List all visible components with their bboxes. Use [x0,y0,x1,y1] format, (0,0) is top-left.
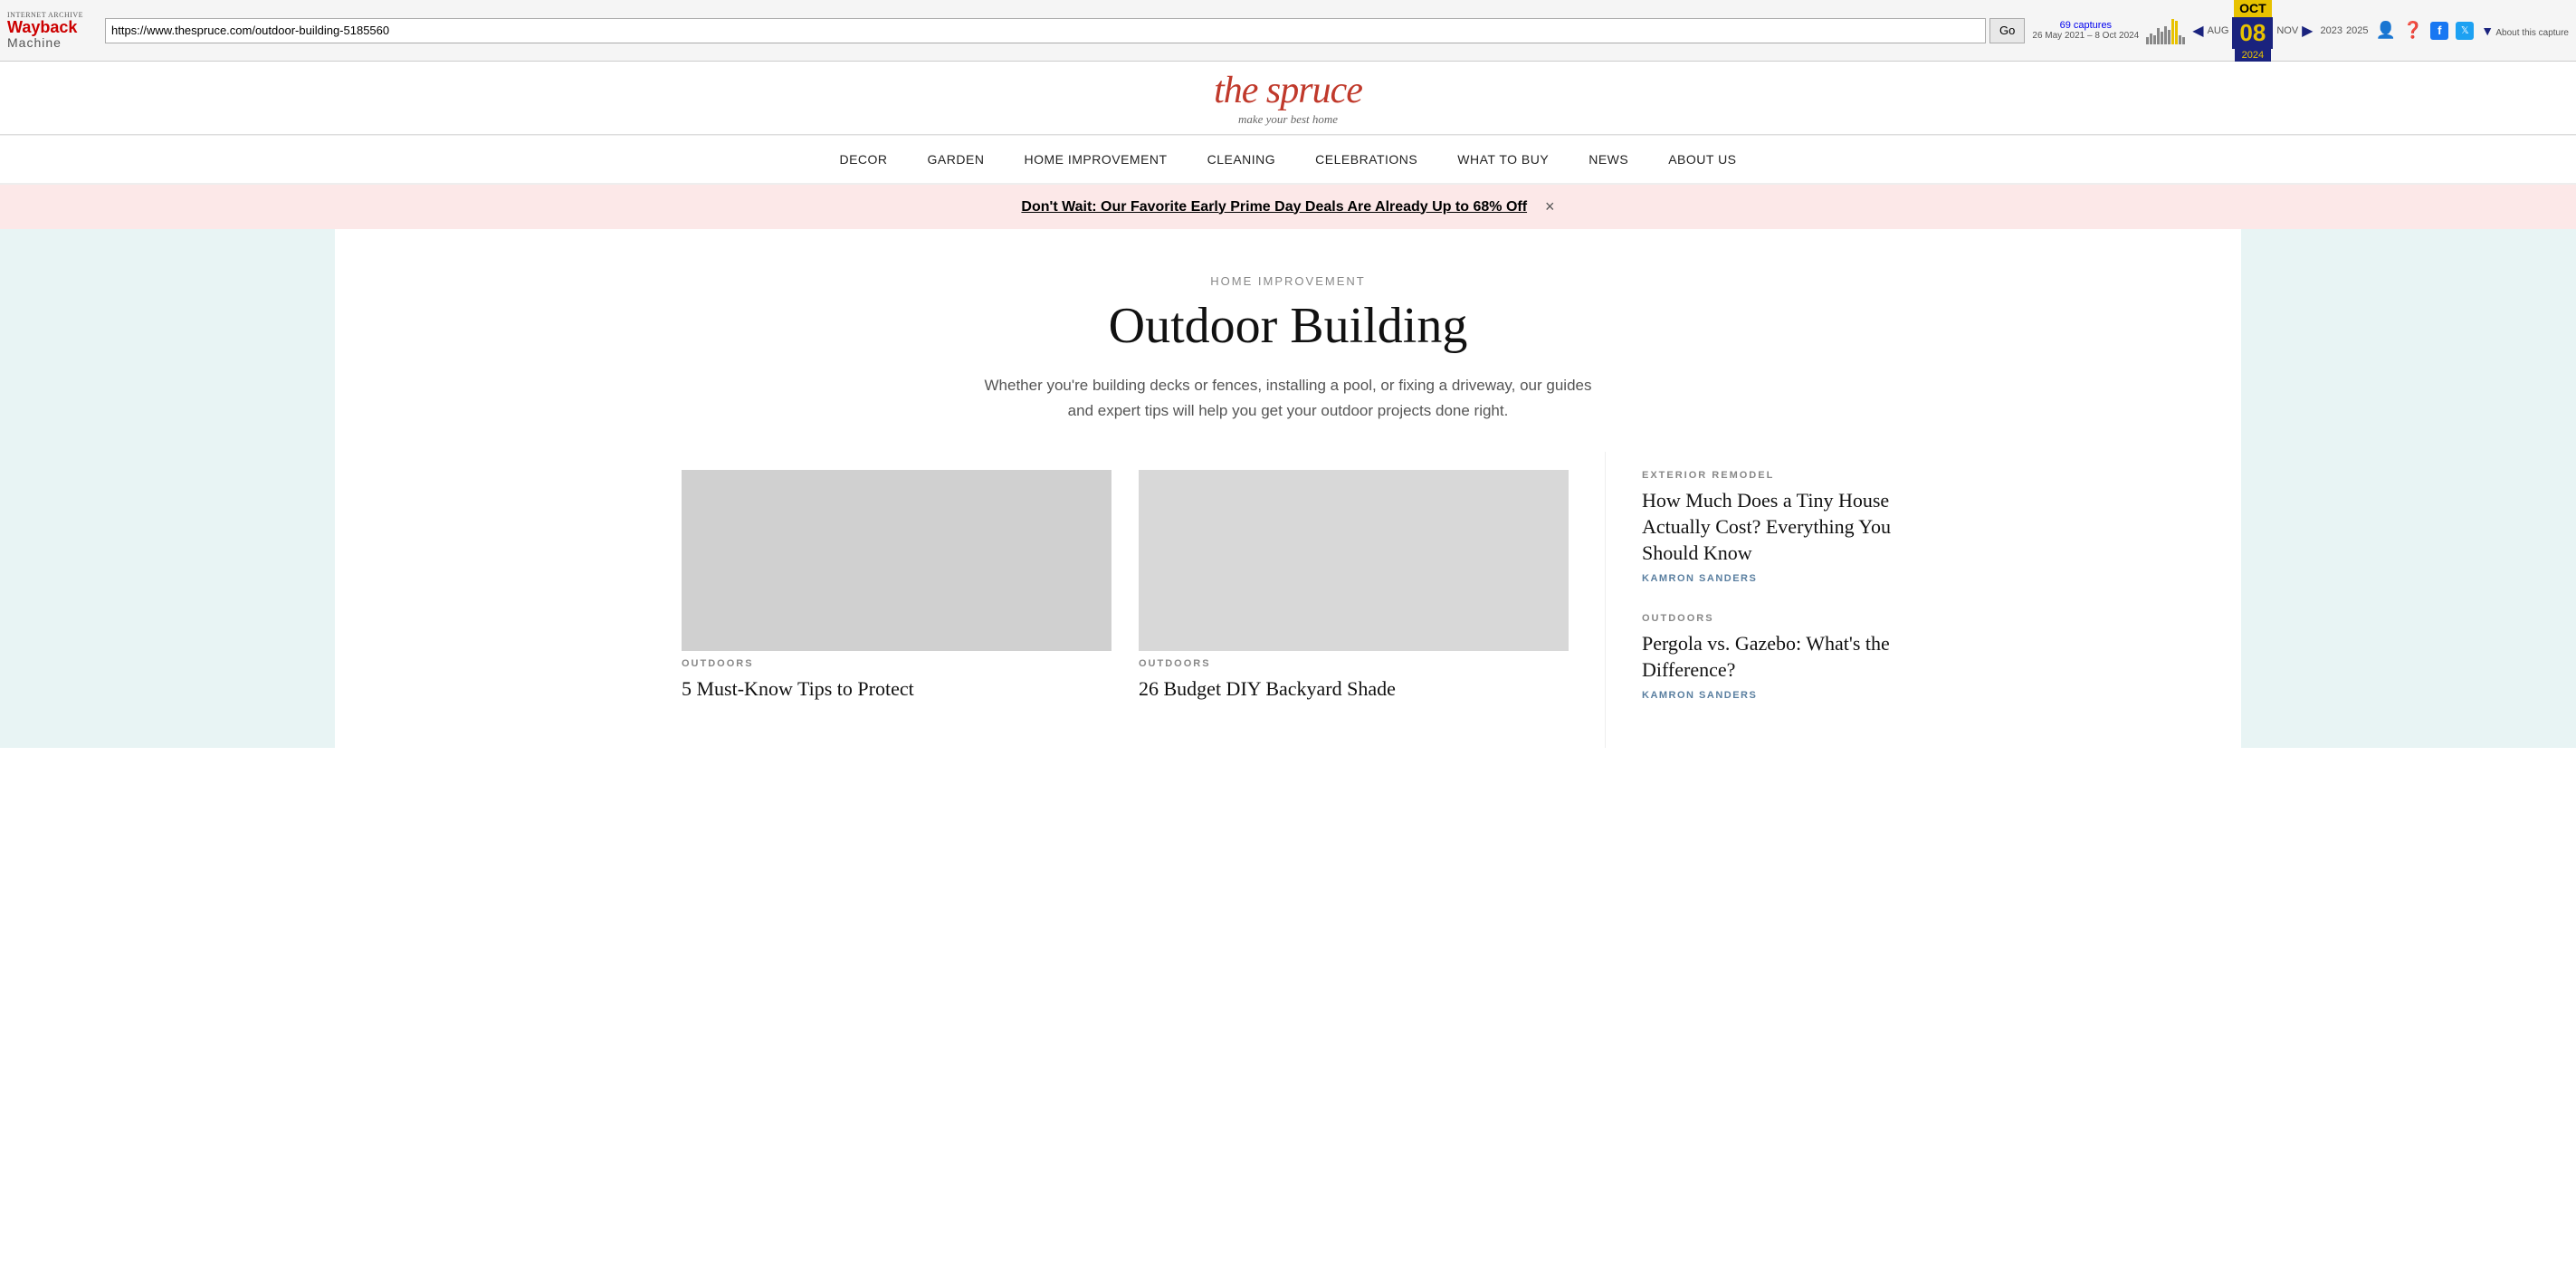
nav-item-celebrations[interactable]: CELEBRATIONS [1295,136,1437,183]
wayback-url-input[interactable] [105,18,1986,43]
content-area: OUTDOORS 5 Must-Know Tips to Protect OUT… [654,452,1922,748]
sidebar-article-0: EXTERIOR REMODEL How Much Does a Tiny Ho… [1642,470,1894,584]
site-header: the spruce make your best home [0,62,2576,135]
about-capture-dropdown-icon[interactable]: ▼ [2481,24,2494,38]
wayback-year-labels: 2023 2025 [2320,25,2368,36]
logo-text-the: the [1214,70,1266,111]
nav-item-garden[interactable]: GARDEN [908,136,1005,183]
wayback-url-bar: Go [105,18,2025,43]
sidebar-title-1[interactable]: Pergola vs. Gazebo: What's the Differenc… [1642,631,1894,683]
article-card-0: OUTDOORS 5 Must-Know Tips to Protect [682,470,1111,703]
about-capture-label: ▼ About this capture [2481,24,2569,38]
nav-item-home-improvement[interactable]: HOME IMPROVEMENT [1004,136,1187,183]
help-icon[interactable]: ❓ [2403,21,2423,40]
sidebar-right: EXTERIOR REMODEL How Much Does a Tiny Ho… [1605,452,1894,748]
site-tagline: make your best home [0,112,2576,127]
sidebar-category-0: EXTERIOR REMODEL [1642,470,1894,481]
wayback-captures-link[interactable]: 69 captures [2060,20,2112,31]
year-2025-label: 2025 [2346,25,2368,36]
timeline-next-arrow[interactable]: ▶ [2302,22,2313,40]
year-2023-label: 2023 [2320,25,2342,36]
nav-item-news[interactable]: NEWS [1569,136,1648,183]
sidebar-author-0: KAMRON SANDERS [1642,573,1894,584]
main-nav: DECOR GARDEN HOME IMPROVEMENT CLEANING C… [0,135,2576,185]
facebook-icon[interactable]: f [2430,22,2448,40]
article-grid: OUTDOORS 5 Must-Know Tips to Protect OUT… [682,470,1569,703]
nav-item-cleaning[interactable]: CLEANING [1188,136,1296,183]
sidebar-author-1: KAMRON SANDERS [1642,690,1894,701]
page-background: HOME IMPROVEMENT Outdoor Building Whethe… [0,229,2576,748]
promo-banner: Don't Wait: Our Favorite Early Prime Day… [0,185,2576,229]
wayback-logo: INTERNET ARCHIVE Wayback Machine [7,11,98,50]
wbm-logo-part1: Wayback [7,19,77,35]
timeline-prev-arrow[interactable]: ◀ [2192,22,2203,40]
article-image-1 [1139,470,1569,651]
wayback-mini-chart [2146,17,2185,44]
sidebar-title-0[interactable]: How Much Does a Tiny House Actually Cost… [1642,488,1894,566]
timeline-nov: NOV [2276,25,2298,36]
wayback-right-icons: 👤 ❓ f 𝕏 [2375,21,2474,40]
wbm-logo-part2: Machine [7,35,62,50]
hero-section: HOME IMPROVEMENT Outdoor Building Whethe… [881,229,1695,452]
timeline-oct-block: OCT 08 2024 [2232,0,2273,62]
article-title-1[interactable]: 26 Budget DIY Backyard Shade [1139,676,1569,703]
promo-link[interactable]: Don't Wait: Our Favorite Early Prime Day… [1021,199,1527,215]
timeline-year-active: 2024 [2235,49,2271,62]
articles-main: OUTDOORS 5 Must-Know Tips to Protect OUT… [682,452,1569,748]
nav-item-about-us[interactable]: ABOUT US [1648,136,1756,183]
hero-description: Whether you're building decks or fences,… [971,373,1605,426]
sidebar-article-1: OUTDOORS Pergola vs. Gazebo: What's the … [1642,613,1894,701]
timeline-day: 08 [2232,17,2273,49]
hero-category: HOME IMPROVEMENT [899,274,1677,288]
nav-item-what-to-buy[interactable]: WHAT TO BUY [1437,136,1569,183]
user-icon[interactable]: 👤 [2375,21,2395,40]
article-image-0 [682,470,1111,651]
timeline-aug: AUG [2208,25,2229,36]
timeline-month: OCT [2234,0,2272,17]
hero-title: Outdoor Building [899,299,1677,355]
logo-text-spruce: spruce [1266,70,1362,111]
wayback-timeline: ◀ AUG OCT 08 2024 NOV ▶ [2192,0,2313,62]
site-wrapper: the spruce make your best home DECOR GAR… [0,62,2576,748]
bg-right-strip [2241,229,2576,748]
wayback-go-button[interactable]: Go [1989,18,2025,43]
nav-item-decor[interactable]: DECOR [819,136,907,183]
bg-left-strip [0,229,335,748]
wayback-captures-dates: 26 May 2021 – 8 Oct 2024 [2032,31,2139,41]
twitter-icon[interactable]: 𝕏 [2456,22,2474,40]
promo-close-button[interactable]: × [1545,197,1555,216]
site-logo: the spruce [0,69,2576,112]
wayback-captures-info: 69 captures 26 May 2021 – 8 Oct 2024 [2032,20,2139,41]
article-card-1: OUTDOORS 26 Budget DIY Backyard Shade [1139,470,1569,703]
article-category-0: OUTDOORS [682,658,1111,669]
wayback-bar: INTERNET ARCHIVE Wayback Machine Go 69 c… [0,0,2576,62]
article-title-0[interactable]: 5 Must-Know Tips to Protect [682,676,1111,703]
sidebar-category-1: OUTDOORS [1642,613,1894,624]
article-category-1: OUTDOORS [1139,658,1569,669]
